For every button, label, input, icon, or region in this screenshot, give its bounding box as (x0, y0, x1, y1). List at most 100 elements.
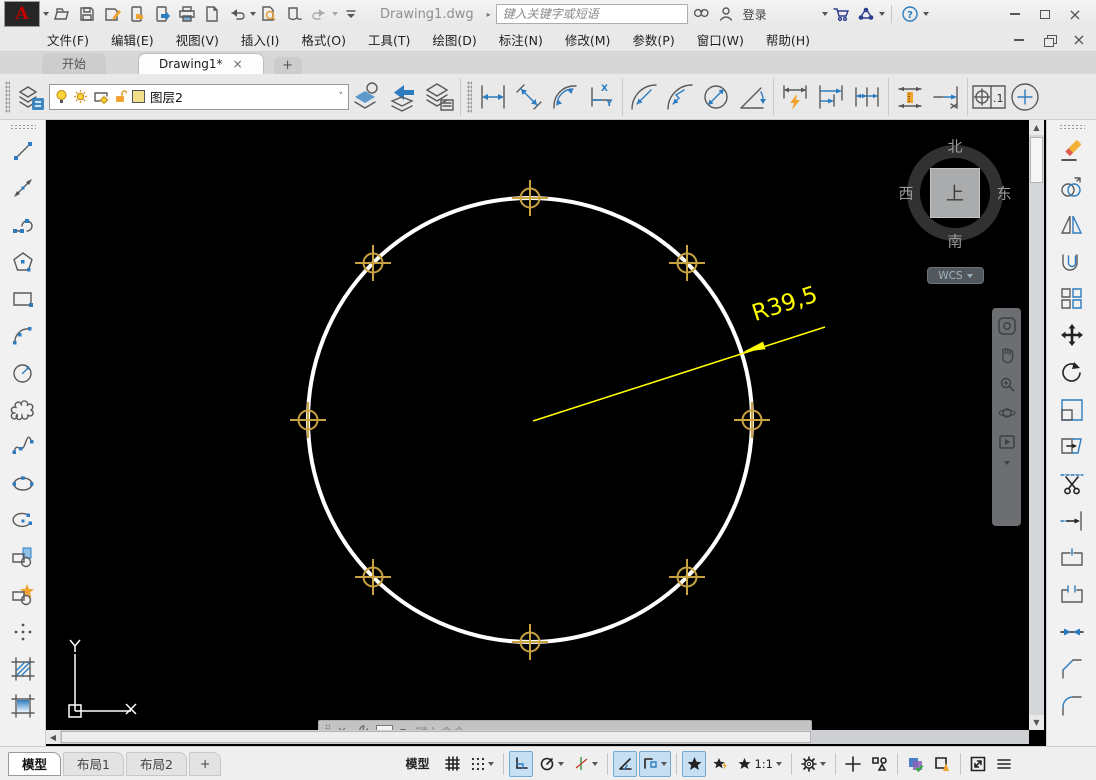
hardware-acceleration-icon[interactable] (903, 751, 928, 777)
layer-on-bulb-icon[interactable] (55, 89, 68, 104)
new-layout-button[interactable]: + (188, 751, 222, 776)
ortho-toggle-icon[interactable] (509, 750, 534, 777)
polar-caret-icon[interactable] (558, 761, 565, 766)
workspace-gear-icon[interactable] (797, 751, 830, 777)
arc-tool-icon[interactable] (3, 317, 43, 354)
showmotion-icon[interactable] (997, 432, 1016, 451)
gradient-tool-icon[interactable] (3, 687, 43, 724)
save-button[interactable] (75, 2, 99, 26)
viewcube[interactable]: 北 南 西 东 上 (895, 133, 1015, 253)
object-snap-toggle-icon[interactable] (639, 750, 672, 777)
workspace-caret-icon[interactable] (820, 761, 826, 766)
osnap-caret-icon[interactable] (661, 761, 668, 766)
polar-tracking-toggle-icon[interactable] (535, 751, 568, 777)
layout-tab-model[interactable]: 模型 (8, 751, 62, 776)
ellipse-tool-icon[interactable] (3, 465, 43, 502)
modify-toolbar-drag-handle[interactable] (1058, 124, 1085, 129)
search-input[interactable] (495, 4, 688, 24)
drawn-circle[interactable] (306, 196, 754, 644)
isometric-drafting-toggle-icon[interactable] (570, 751, 602, 777)
maximize-button[interactable] (1032, 4, 1058, 24)
radius-dimension[interactable]: R39,5 (532, 282, 826, 422)
dim-break-button[interactable] (928, 77, 964, 117)
viewcube-east-label[interactable]: 东 (996, 183, 1011, 204)
model-space-toggle[interactable]: 模型 (396, 751, 438, 777)
scale-caret-icon[interactable] (776, 761, 782, 766)
menu-modify[interactable]: 修改(M) (554, 28, 622, 51)
search-icon[interactable] (689, 2, 713, 26)
polygon-tool-icon[interactable] (3, 243, 43, 280)
annotation-visibility-toggle-icon[interactable] (682, 750, 707, 777)
dim-angular-button[interactable] (734, 77, 770, 117)
redo-history-caret-icon[interactable] (332, 12, 338, 16)
layer-combo-chevron-icon[interactable]: ˅ (339, 92, 344, 102)
open-button[interactable] (50, 2, 74, 26)
zoom-icon[interactable] (997, 374, 1016, 393)
break-tool-icon[interactable] (1052, 576, 1092, 613)
menu-view[interactable]: 视图(V) (165, 28, 230, 51)
snap-toggle-icon[interactable] (466, 751, 498, 777)
scale-tool-icon[interactable] (1052, 391, 1092, 428)
object-snap-tracking-toggle-icon[interactable] (613, 750, 638, 777)
menu-insert[interactable]: 插入(I) (230, 28, 290, 51)
clean-screen-icon[interactable] (966, 751, 990, 777)
viewcube-top-face[interactable]: 上 (930, 168, 980, 218)
publish-button[interactable] (282, 2, 306, 26)
draw-toolbar-drag-handle[interactable] (9, 124, 36, 129)
menu-edit[interactable]: 编辑(E) (100, 28, 165, 51)
customize-quick-access-button[interactable] (339, 2, 363, 26)
join-tool-icon[interactable] (1052, 613, 1092, 650)
dim-aligned-button[interactable] (511, 77, 547, 117)
annotation-autoscale-toggle-icon[interactable] (708, 751, 732, 777)
point-marker[interactable] (289, 401, 327, 439)
plot-preview-button[interactable] (257, 2, 281, 26)
canvas-vertical-scrollbar[interactable]: ▲ ▼ (1029, 120, 1044, 730)
menu-draw[interactable]: 绘图(D) (421, 28, 487, 51)
copy-tool-icon[interactable] (1052, 169, 1092, 206)
dim-tolerance-button[interactable]: .1 (971, 77, 1007, 117)
make-object-layer-current-button[interactable] (349, 77, 385, 117)
annotation-scale-control[interactable]: 1:1 (734, 751, 786, 777)
dim-diameter-button[interactable] (698, 77, 734, 117)
save-to-mobile-button[interactable] (150, 2, 174, 26)
rectangle-tool-icon[interactable] (3, 280, 43, 317)
app-menu-caret-icon[interactable] (43, 12, 49, 16)
viewcube-south-label[interactable]: 南 (947, 231, 962, 252)
viewcube-north-label[interactable]: 北 (947, 136, 962, 157)
app-logo-button[interactable]: A (4, 1, 40, 27)
layers-toolbar-drag-handle[interactable] (5, 80, 10, 113)
offset-tool-icon[interactable] (1052, 243, 1092, 280)
minimize-button[interactable] (1002, 4, 1028, 24)
dim-ordinate-button[interactable]: XY (583, 77, 619, 117)
customization-menu-icon[interactable] (992, 751, 1016, 777)
signin-button[interactable]: 登录 (743, 6, 767, 23)
tab-start[interactable]: 开始 (42, 53, 107, 74)
navbar-caret-icon[interactable] (1003, 461, 1010, 465)
circle-tool-icon[interactable] (3, 354, 43, 391)
orbit-icon[interactable] (997, 403, 1016, 422)
scroll-down-icon[interactable]: ▼ (1029, 715, 1044, 730)
viewcube-west-label[interactable]: 西 (898, 183, 913, 204)
dim-baseline-button[interactable] (813, 77, 849, 117)
snap-caret-icon[interactable] (488, 761, 495, 766)
insert-block-tool-icon[interactable] (3, 539, 43, 576)
vertical-scroll-thumb[interactable] (1030, 137, 1043, 183)
tab-drawing1[interactable]: Drawing1* × (138, 53, 264, 74)
dim-quick-button[interactable] (777, 77, 813, 117)
iso-caret-icon[interactable] (592, 761, 599, 766)
chamfer-tool-icon[interactable] (1052, 650, 1092, 687)
menu-tools[interactable]: 工具(T) (357, 28, 421, 51)
open-from-mobile-button[interactable] (125, 2, 149, 26)
layer-select-combobox[interactable]: 图层2 ˅ (49, 83, 349, 110)
pan-icon[interactable] (997, 345, 1016, 364)
ucs-icon[interactable]: Y X (68, 623, 151, 719)
spline-tool-icon[interactable] (3, 428, 43, 465)
dimension-toolbar-drag-handle[interactable] (467, 80, 472, 113)
doc-close-button[interactable]: × (1066, 30, 1092, 50)
scroll-up-icon[interactable]: ▲ (1029, 120, 1044, 135)
redo-button[interactable] (307, 2, 331, 26)
dim-jogged-button[interactable] (662, 77, 698, 117)
menu-window[interactable]: 窗口(W) (686, 28, 755, 51)
plot-button[interactable] (175, 2, 199, 26)
new-tab-button[interactable]: + (273, 57, 302, 74)
